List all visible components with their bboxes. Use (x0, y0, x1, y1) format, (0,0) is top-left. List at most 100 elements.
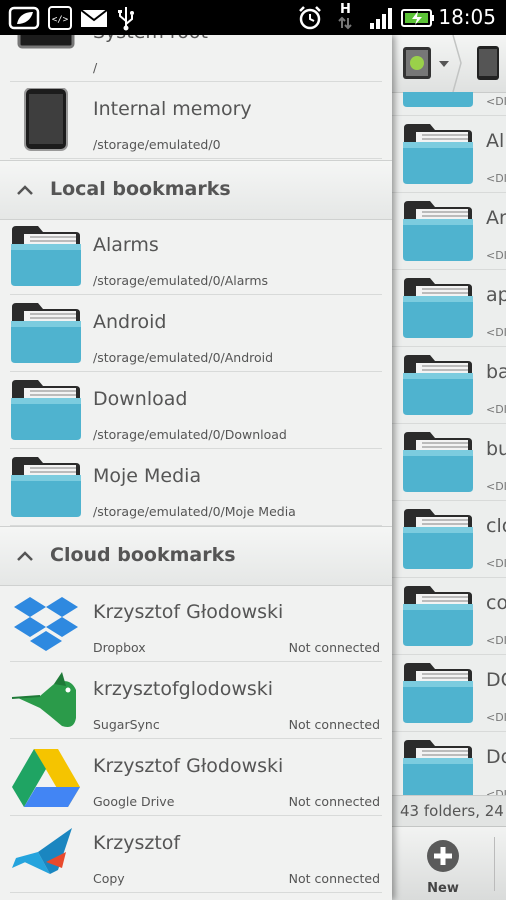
dropdown-arrow-icon (439, 61, 449, 67)
bookmark-path: /storage/emulated/0/Android (93, 350, 274, 365)
usb-icon (118, 7, 134, 31)
folder-icon (403, 432, 473, 492)
breadcrumb-separator-icon (452, 35, 462, 92)
section-label: Cloud bookmarks (50, 544, 236, 566)
folder-name: co (486, 592, 506, 614)
folder-row[interactable]: ap <DI (392, 270, 506, 347)
data-arrows-icon (338, 16, 352, 30)
folder-row[interactable]: clo <DI (392, 501, 506, 578)
folder-name: ap (486, 284, 506, 306)
google-drive-icon (12, 749, 80, 807)
cloud-service-name: SugarSync (93, 717, 160, 732)
folder-row[interactable]: DC <DI (392, 655, 506, 732)
folder-type: <DI (486, 711, 506, 724)
folder-row[interactable]: Do <DI (392, 732, 506, 795)
bottom-bar-divider (494, 837, 495, 891)
folder-name: bu (486, 438, 506, 460)
storage-item[interactable]: Internal memory /storage/emulated/0 (0, 82, 392, 159)
bookmark-path: /storage/emulated/0/Moje Media (93, 504, 296, 519)
divider (10, 892, 382, 893)
clock: 18:05 (438, 5, 496, 29)
local-bookmark-item[interactable]: Android /storage/emulated/0/Android (0, 295, 392, 372)
bookmark-title: Android (93, 311, 167, 333)
folder-row[interactable]: <DI (392, 92, 506, 116)
alarm-icon (299, 6, 321, 30)
folder-icon (403, 586, 473, 646)
storage-item[interactable]: #_ System root / (0, 35, 392, 82)
cloud-account-name: Krzysztof Głodowski (93, 755, 284, 777)
local-bookmark-item[interactable]: Download /storage/emulated/0/Download (0, 372, 392, 449)
storage-path: /storage/emulated/0 (93, 137, 221, 152)
folder-type: <DI (486, 326, 506, 339)
storage-selector-button[interactable] (398, 43, 452, 83)
cloud-bookmark-item[interactable]: krzysztofglodowski SugarSync Not connect… (0, 662, 392, 739)
folder-name: An (486, 207, 506, 229)
folder-name: DC (486, 669, 506, 691)
local-bookmarks-header[interactable]: Local bookmarks (0, 160, 392, 220)
folder-icon (403, 355, 473, 415)
folder-icon (403, 278, 473, 338)
cloud-service-name: Google Drive (93, 794, 175, 809)
mail-icon (80, 9, 108, 27)
cloud-bookmark-item[interactable]: Krzysztof Głodowski Dropbox Not connecte… (0, 585, 392, 662)
folder-row[interactable]: An <DI (392, 193, 506, 270)
cloud-account-name: Krzysztof (93, 832, 181, 854)
section-label: Local bookmarks (50, 178, 231, 200)
connection-status: Not connected (288, 717, 380, 732)
folder-icon (403, 124, 473, 184)
folder-row[interactable]: All <DI (392, 116, 506, 193)
cloud-bookmark-item[interactable]: Krzysztof Głodowski Google Drive Not con… (0, 739, 392, 816)
cloud-account-name: krzysztofglodowski (93, 678, 274, 700)
bookmark-path: /storage/emulated/0/Alarms (93, 273, 269, 288)
folder-row[interactable]: bu <DI (392, 424, 506, 501)
folder-type: <DI (486, 95, 506, 108)
leaf-icon (8, 6, 40, 30)
cloud-account-name: Krzysztof Głodowski (93, 601, 284, 623)
folder-type: <DI (486, 172, 506, 185)
folder-type: <DI (486, 403, 506, 416)
folder-type: <DI (486, 249, 506, 262)
folder-name: clo (486, 515, 506, 537)
collapse-chevron-icon (17, 551, 33, 561)
folder-row[interactable]: ba <DI (392, 347, 506, 424)
folder-icon (11, 380, 81, 440)
local-bookmark-item[interactable]: Alarms /storage/emulated/0/Alarms (0, 218, 392, 295)
local-bookmark-item[interactable]: Moje Media /storage/emulated/0/Moje Medi… (0, 449, 392, 526)
navigation-drawer: #_ System root / Internal memory /storag… (0, 35, 392, 900)
cloud-bookmark-item[interactable]: Krzysztof Copy Not connected (0, 816, 392, 893)
storage-device-icon (403, 47, 431, 79)
signal-icon (370, 8, 392, 29)
folder-row[interactable]: co <DI (392, 578, 506, 655)
storage-path: / (93, 60, 98, 75)
bookmark-title: Download (93, 388, 188, 410)
bookmark-title: Moje Media (93, 465, 202, 487)
cloud-bookmarks-header[interactable]: Cloud bookmarks (0, 526, 392, 586)
breadcrumb-internal-memory[interactable] (468, 43, 506, 83)
add-icon (427, 840, 459, 872)
storage-title: System root (93, 35, 208, 43)
svg-text:</>: </> (52, 15, 69, 25)
folder-name: All (486, 130, 506, 152)
folder-name: Do (486, 746, 506, 768)
cloud-service-name: Dropbox (93, 640, 146, 655)
phone-icon (24, 88, 68, 151)
location-toolbar (392, 35, 506, 93)
folder-icon (403, 201, 473, 261)
folder-icon (11, 303, 81, 363)
connection-status: Not connected (288, 794, 380, 809)
bottom-action-bar: New (392, 826, 506, 900)
folder-icon (11, 457, 81, 517)
phone-icon (477, 46, 499, 80)
folder-name: ba (486, 361, 506, 383)
new-button[interactable]: New (392, 827, 494, 900)
divider (10, 158, 382, 159)
battery-charging-icon (401, 9, 434, 27)
network-type-label: H (340, 2, 351, 17)
folder-type: <DI (486, 788, 506, 795)
connection-status: Not connected (288, 640, 380, 655)
folder-type: <DI (486, 634, 506, 647)
folder-icon (403, 509, 473, 569)
copy-icon (12, 828, 72, 874)
bookmark-title: Alarms (93, 234, 159, 256)
terminal-icon: #_ (17, 35, 75, 49)
